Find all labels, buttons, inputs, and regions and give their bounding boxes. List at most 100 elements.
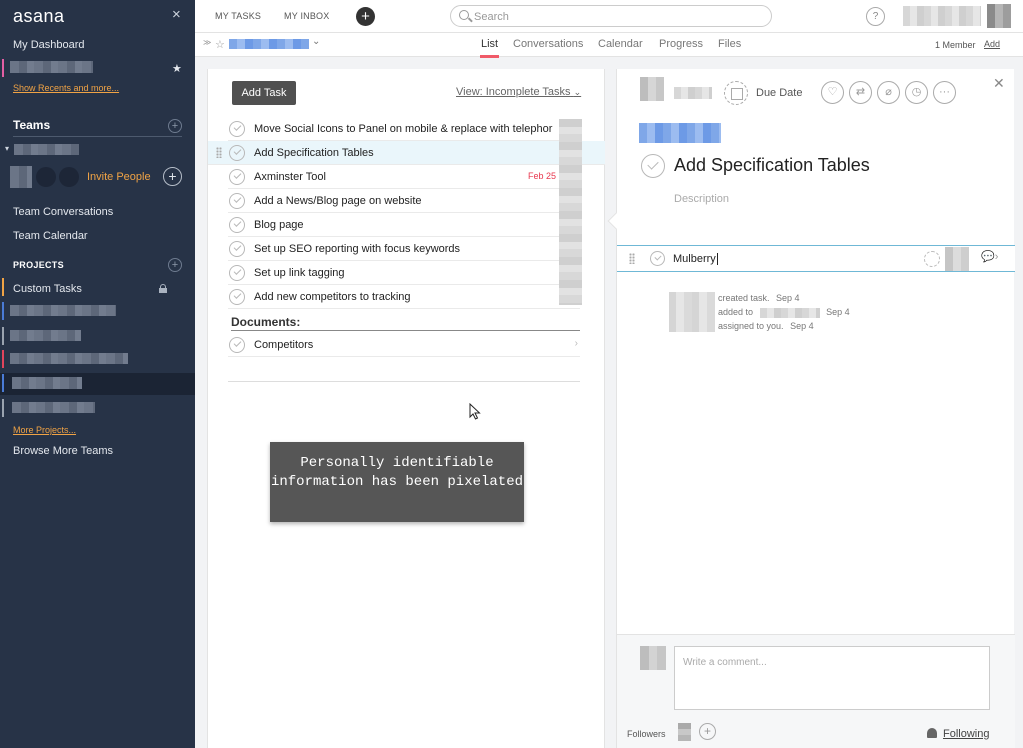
team-expand-icon[interactable]: ▾ <box>5 144 9 153</box>
complete-check-icon[interactable] <box>229 265 245 281</box>
task-name[interactable]: Add Specification Tables <box>254 147 374 159</box>
pixelated-recent-project[interactable] <box>10 61 93 73</box>
complete-check-icon[interactable] <box>229 121 245 137</box>
task-row[interactable]: Axminster Tool Feb 25 <box>228 165 580 189</box>
add-task-button[interactable]: Add Task <box>232 81 296 105</box>
tab-files[interactable]: Files <box>718 38 741 50</box>
tab-calendar[interactable]: Calendar <box>598 38 643 50</box>
complete-check-icon[interactable] <box>229 289 245 305</box>
task-name[interactable]: Add new competitors to tracking <box>254 291 411 303</box>
task-row[interactable]: Add new competitors to tracking <box>228 285 580 309</box>
add-project-button[interactable]: + <box>168 258 182 272</box>
task-row[interactable]: Move Social Icons to Panel on mobile & r… <box>228 117 580 141</box>
add-team-button[interactable]: + <box>168 119 182 133</box>
pixelated-project[interactable] <box>12 402 95 413</box>
pixelated-project[interactable] <box>10 330 81 341</box>
complete-check-icon[interactable] <box>229 337 245 353</box>
tab-progress[interactable]: Progress <box>659 38 703 50</box>
pixelated-project[interactable] <box>10 305 116 316</box>
close-sidebar-icon[interactable]: × <box>172 6 181 23</box>
project-custom-tasks[interactable]: Custom Tasks <box>13 283 82 295</box>
complete-check-icon[interactable] <box>641 154 665 178</box>
story-date[interactable]: Sep 4 <box>826 307 850 317</box>
description-field[interactable]: Description <box>674 193 729 205</box>
my-inbox-link[interactable]: MY INBOX <box>284 11 329 21</box>
pixelated-project-tag[interactable] <box>639 123 721 143</box>
calendar-icon[interactable] <box>724 81 748 105</box>
user-avatar[interactable] <box>987 4 1011 28</box>
complete-check-icon[interactable] <box>229 145 245 161</box>
task-row[interactable]: Set up link tagging <box>228 261 580 285</box>
subtask-row[interactable]: Mulberry 💬› <box>617 245 1015 272</box>
task-name[interactable]: Move Social Icons to Panel on mobile & r… <box>254 123 552 135</box>
task-due-date[interactable]: Feb 25 <box>528 171 556 181</box>
user-avatar[interactable] <box>640 646 666 670</box>
complete-check-icon[interactable] <box>650 251 665 266</box>
task-name[interactable]: Set up SEO reporting with focus keywords <box>254 243 460 255</box>
section-heading[interactable]: Documents: <box>231 315 580 331</box>
task-title[interactable]: Add Specification Tables <box>674 155 870 176</box>
avatar[interactable] <box>59 167 79 187</box>
calendar-icon[interactable] <box>924 251 940 267</box>
drag-handle-icon[interactable] <box>216 147 222 158</box>
avatar[interactable] <box>36 167 56 187</box>
timer-icon[interactable]: ◷ <box>905 81 928 104</box>
search-bar[interactable]: Search <box>450 5 772 27</box>
member-count[interactable]: 1 Member <box>935 40 976 50</box>
task-name[interactable]: Blog page <box>254 219 304 231</box>
task-name[interactable]: Competitors <box>254 339 313 351</box>
my-tasks-link[interactable]: MY TASKS <box>215 11 261 21</box>
close-icon[interactable]: ✕ <box>993 75 1005 92</box>
invite-people-link[interactable]: Invite People <box>87 171 151 183</box>
invite-plus-button[interactable]: + <box>163 167 182 186</box>
pixelated-assignee-name[interactable] <box>674 87 712 99</box>
task-name[interactable]: Set up link tagging <box>254 267 345 279</box>
complete-check-icon[interactable] <box>229 169 245 185</box>
following-toggle[interactable]: Following <box>943 728 989 740</box>
drag-handle-icon[interactable] <box>629 253 635 264</box>
team-conversations-link[interactable]: Team Conversations <box>13 206 113 218</box>
subtask-icon[interactable]: ⇄ <box>849 81 872 104</box>
task-row[interactable]: Blog page <box>228 213 580 237</box>
assignee-avatar[interactable] <box>945 247 969 271</box>
view-filter-dropdown[interactable]: View: Incomplete Tasks ⌄ <box>456 86 581 98</box>
task-row[interactable]: Set up SEO reporting with focus keywords <box>228 237 580 261</box>
more-projects-link[interactable]: More Projects... <box>13 425 76 435</box>
add-member-link[interactable]: Add <box>984 39 1000 49</box>
collapse-icon[interactable]: ≫ <box>203 38 211 47</box>
assignee-avatar[interactable] <box>640 77 664 101</box>
task-row[interactable]: Add a News/Blog page on website <box>228 189 580 213</box>
story-date[interactable]: Sep 4 <box>776 293 800 303</box>
star-icon[interactable]: ☆ <box>215 38 225 51</box>
complete-check-icon[interactable] <box>229 241 245 257</box>
story-date[interactable]: Sep 4 <box>790 321 814 331</box>
tab-conversations[interactable]: Conversations <box>513 38 583 50</box>
add-follower-button[interactable]: + <box>699 723 716 740</box>
star-icon[interactable]: ★ <box>172 62 182 75</box>
due-date-label[interactable]: Due Date <box>756 87 802 99</box>
complete-check-icon[interactable] <box>229 217 245 233</box>
asana-logo[interactable]: asana <box>13 6 65 27</box>
help-button[interactable]: ? <box>866 7 885 26</box>
story-avatar[interactable] <box>669 292 715 332</box>
pixelated-project[interactable] <box>12 377 82 389</box>
quick-add-button[interactable]: + <box>356 7 375 26</box>
pixelated-team-name[interactable] <box>14 144 79 155</box>
pixelated-project-title[interactable] <box>229 39 309 49</box>
browse-more-teams-link[interactable]: Browse More Teams <box>13 445 113 457</box>
task-name[interactable]: Add a News/Blog page on website <box>254 195 422 207</box>
attachment-icon[interactable]: ⌀ <box>877 81 900 104</box>
pixelated-project-name[interactable] <box>759 307 820 318</box>
pixelated-project[interactable] <box>10 353 128 364</box>
comment-input[interactable]: Write a comment... <box>674 646 990 710</box>
chevron-down-icon[interactable]: ⌄ <box>312 36 320 47</box>
task-name[interactable]: Axminster Tool <box>254 171 326 183</box>
tab-list[interactable]: List <box>479 38 500 58</box>
show-recents-link[interactable]: Show Recents and more... <box>13 83 119 93</box>
comment-icon[interactable]: 💬› <box>981 250 998 263</box>
my-dashboard-link[interactable]: My Dashboard <box>13 39 85 51</box>
task-row[interactable]: Competitors › <box>228 333 580 357</box>
subtask-name-input[interactable]: Mulberry <box>673 253 718 265</box>
heart-icon[interactable]: ♡ <box>821 81 844 104</box>
more-options-icon[interactable]: ··· <box>933 81 956 104</box>
